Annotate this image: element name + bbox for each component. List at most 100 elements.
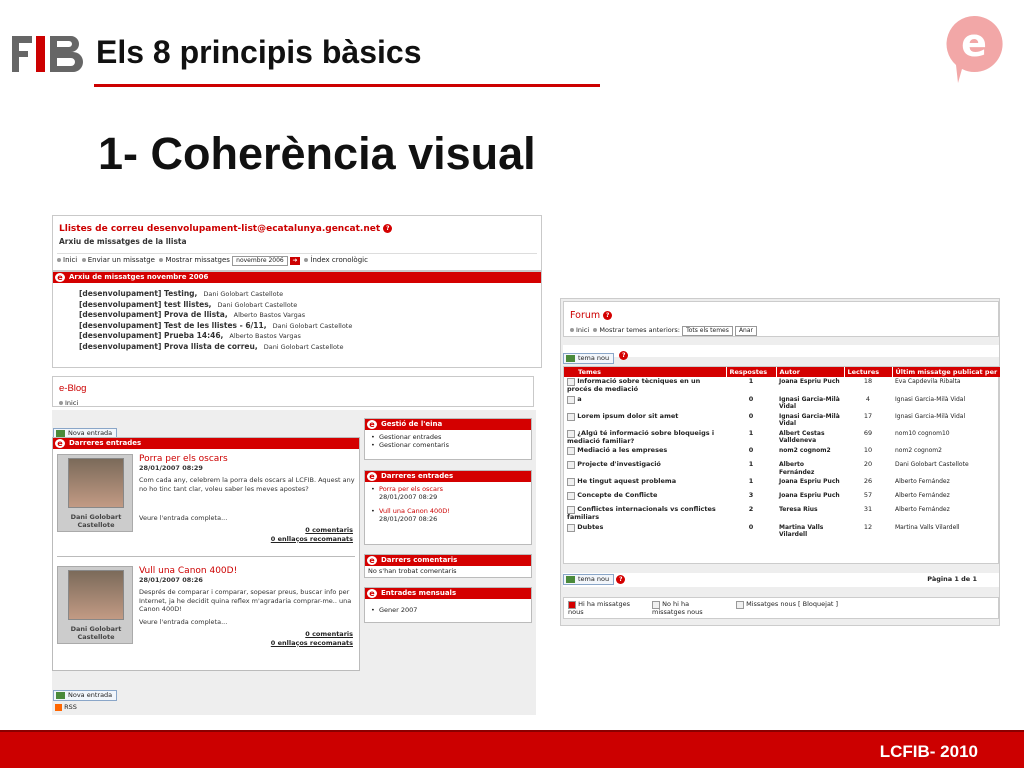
table-row[interactable]: a 0 Ignasi Garcia-Milà Vidal 4 Ignasi Garcia… xyxy=(564,395,1000,412)
table-row[interactable]: Conflictes internacionals vs conflictes … xyxy=(564,505,1000,523)
last-cell: nom10 cognom10 xyxy=(895,429,950,437)
forum-home-link[interactable]: Inici xyxy=(576,326,589,334)
replies-cell: 1 xyxy=(748,428,754,437)
forum-toolbar-bottom: tema nou ? Pàgina 1 de 1 xyxy=(563,573,999,587)
author-name: Dani Golobart Castellote xyxy=(70,513,122,529)
archive-header: e Arxiu de missatges novembre 2006 xyxy=(53,272,541,283)
topic-link[interactable]: ¿Algú té informació sobre bloqueigs i me… xyxy=(567,429,714,445)
e-bullet-icon: e xyxy=(55,439,65,448)
archive-list: [desenvolupament] Testing, Dani Golobart … xyxy=(53,283,541,353)
mailing-list-title: Llistes de correu desenvolupament-list@e… xyxy=(59,224,393,234)
e-logo-icon: e xyxy=(946,15,1003,83)
comments-link[interactable]: 0 comentaris xyxy=(271,526,353,535)
side-latest-item[interactable]: Vull una Canon 400D!28/01/2007 08:26 xyxy=(371,507,531,523)
reads-cell: 20 xyxy=(863,460,873,468)
nav-send-link[interactable]: Enviar un missatge xyxy=(88,256,155,264)
archive-message-item[interactable]: [desenvolupament] Prova llista de correu… xyxy=(79,342,541,353)
go-arrow-icon[interactable]: ➜ xyxy=(289,257,300,265)
svg-text:e: e xyxy=(961,21,987,65)
fib-logo xyxy=(12,36,83,72)
new-topic-button[interactable]: tema nou xyxy=(563,574,615,585)
post-stats: 0 comentaris 0 enllaços recomanats xyxy=(271,630,353,647)
post-read-more-link[interactable]: Veure l'entrada completa... xyxy=(139,514,227,522)
comments-link[interactable]: 0 comentaris xyxy=(271,630,353,639)
table-row[interactable]: Dubtes 0 Martina Valls Vilardell 12 Martina … xyxy=(564,523,1000,540)
nav-home-link[interactable]: Inici xyxy=(63,256,77,264)
archive-message-item[interactable]: [desenvolupament] Prova de llista, Albert… xyxy=(79,310,541,321)
table-row[interactable]: Informació sobre tècniques en un procés … xyxy=(564,377,1000,395)
archive-message-item[interactable]: [desenvolupament] test llistes, Dani Golo… xyxy=(79,300,541,311)
new-entry-button-bottom[interactable]: Nova entrada xyxy=(53,682,118,701)
archive-message-item[interactable]: [desenvolupament] Testing, Dani Golobart … xyxy=(79,289,541,300)
reads-cell: 18 xyxy=(863,377,873,385)
archive-message-item[interactable]: [desenvolupament] Prueba 14:46, Alberto B… xyxy=(79,331,541,342)
side-latest-list: Porra per els oscars28/01/2007 08:29 Vul… xyxy=(365,482,531,526)
forum-screenshot: Forum ? Inici Mostrar temes anteriors: T… xyxy=(560,298,1001,626)
monthly-box: eEntrades mensuals Gener 2007 xyxy=(364,587,532,623)
help-icon[interactable]: ? xyxy=(616,574,626,584)
help-icon[interactable]: ? xyxy=(619,351,629,360)
bullet-icon xyxy=(304,257,309,262)
topic-cell: ¿Algú té informació sobre bloqueigs i me… xyxy=(564,429,726,447)
reads-cell: 10 xyxy=(863,446,873,454)
topic-link[interactable]: Lorem ipsum dolor sit amet xyxy=(577,412,678,420)
nav-show-label: Mostrar missatges xyxy=(165,256,230,264)
post-title-link[interactable]: Porra per els oscars xyxy=(139,454,228,464)
help-icon[interactable]: ? xyxy=(603,311,613,320)
manage-comments-link[interactable]: Gestionar comentaris xyxy=(371,441,531,449)
post-date: 28/01/2007 08:26 xyxy=(139,576,203,584)
bullet-icon xyxy=(570,327,574,332)
post-stats: 0 comentaris 0 enllaços recomanats xyxy=(271,526,353,543)
table-row[interactable]: ¿Algú té informació sobre bloqueigs i me… xyxy=(564,429,1000,447)
manage-entries-link[interactable]: Gestionar entrades xyxy=(371,433,531,441)
topic-link[interactable]: Mediació a les empreses xyxy=(577,446,667,454)
author-cell: nom2 cognom2 xyxy=(779,447,831,454)
table-row[interactable]: Mediació a les empreses 0 nom2 cognom2 10 no… xyxy=(564,446,1000,460)
table-row[interactable]: He tingut aquest problema 1 Joana Espriu P… xyxy=(564,477,1000,491)
table-row[interactable]: Lorem ipsum dolor sit amet 0 Ignasi Garcia… xyxy=(564,412,1000,429)
help-icon[interactable]: ? xyxy=(383,224,393,233)
table-row[interactable]: Projecte d'investigació 1 Alberto Fernánde… xyxy=(564,460,1000,477)
topic-link[interactable]: Informació sobre tècniques en un procés … xyxy=(567,377,700,393)
side-latest-header: e Darreres entrades xyxy=(365,471,531,482)
topic-icon xyxy=(567,395,575,404)
monthly-item[interactable]: Gener 2007 xyxy=(371,606,531,614)
author-cell: Joana Espriu Puch xyxy=(779,478,840,485)
author-cell: Albert Cestas Valldeneva xyxy=(779,429,825,445)
topic-cell: Mediació a les empreses xyxy=(564,446,726,460)
bullet-icon xyxy=(81,257,86,262)
links-link[interactable]: 0 enllaços recomanats xyxy=(271,639,353,648)
go-button[interactable]: Anar xyxy=(734,326,758,336)
manage-header: e Gestió de l'eina xyxy=(365,419,531,430)
archive-message-item[interactable]: [desenvolupament] Test de les llistes - … xyxy=(79,321,541,332)
reads-cell: 31 xyxy=(863,505,873,513)
topic-link[interactable]: Projecte d'investigació xyxy=(577,460,661,468)
monthly-list: Gener 2007 xyxy=(365,599,531,617)
rss-link[interactable]: RSS xyxy=(55,703,77,711)
table-row[interactable]: Concepte de Conflicte 3 Joana Espriu Puch 5… xyxy=(564,491,1000,505)
links-link[interactable]: 0 enllaços recomanats xyxy=(271,535,353,544)
new-entry-icon xyxy=(56,692,65,699)
column-header: Autor xyxy=(776,367,845,377)
main-heading: 1- Coherència visual xyxy=(98,128,536,179)
topic-link[interactable]: a xyxy=(577,395,581,403)
nav-index-link[interactable]: Índex cronològic xyxy=(310,256,368,264)
last-cell: Dani Golobart Castellote xyxy=(895,461,969,468)
topic-link[interactable]: Conflictes internacionals vs conflictes … xyxy=(567,505,716,521)
topic-icon xyxy=(567,412,575,421)
post-title-link[interactable]: Vull una Canon 400D! xyxy=(139,566,237,576)
topic-link[interactable]: Dubtes xyxy=(577,523,603,531)
topics-select[interactable]: Tots els temes xyxy=(682,326,733,336)
topic-link[interactable]: Concepte de Conflicte xyxy=(577,491,657,499)
month-select[interactable]: novembre 2006 xyxy=(232,256,288,266)
footer-bar: LCFIB- 2010 xyxy=(0,730,1024,768)
topic-link[interactable]: He tingut aquest problema xyxy=(577,477,676,485)
post-read-more-link[interactable]: Veure l'entrada completa... xyxy=(139,618,227,626)
new-topic-button[interactable]: tema nou xyxy=(563,353,615,364)
side-latest-item[interactable]: Porra per els oscars28/01/2007 08:29 xyxy=(371,485,531,501)
blog-home-link[interactable]: Inici xyxy=(59,399,78,407)
bullet-icon xyxy=(159,257,164,262)
author-cell: Joana Espriu Puch xyxy=(779,492,840,499)
topic-cell: a xyxy=(564,395,726,412)
new-topic-icon xyxy=(566,576,575,583)
